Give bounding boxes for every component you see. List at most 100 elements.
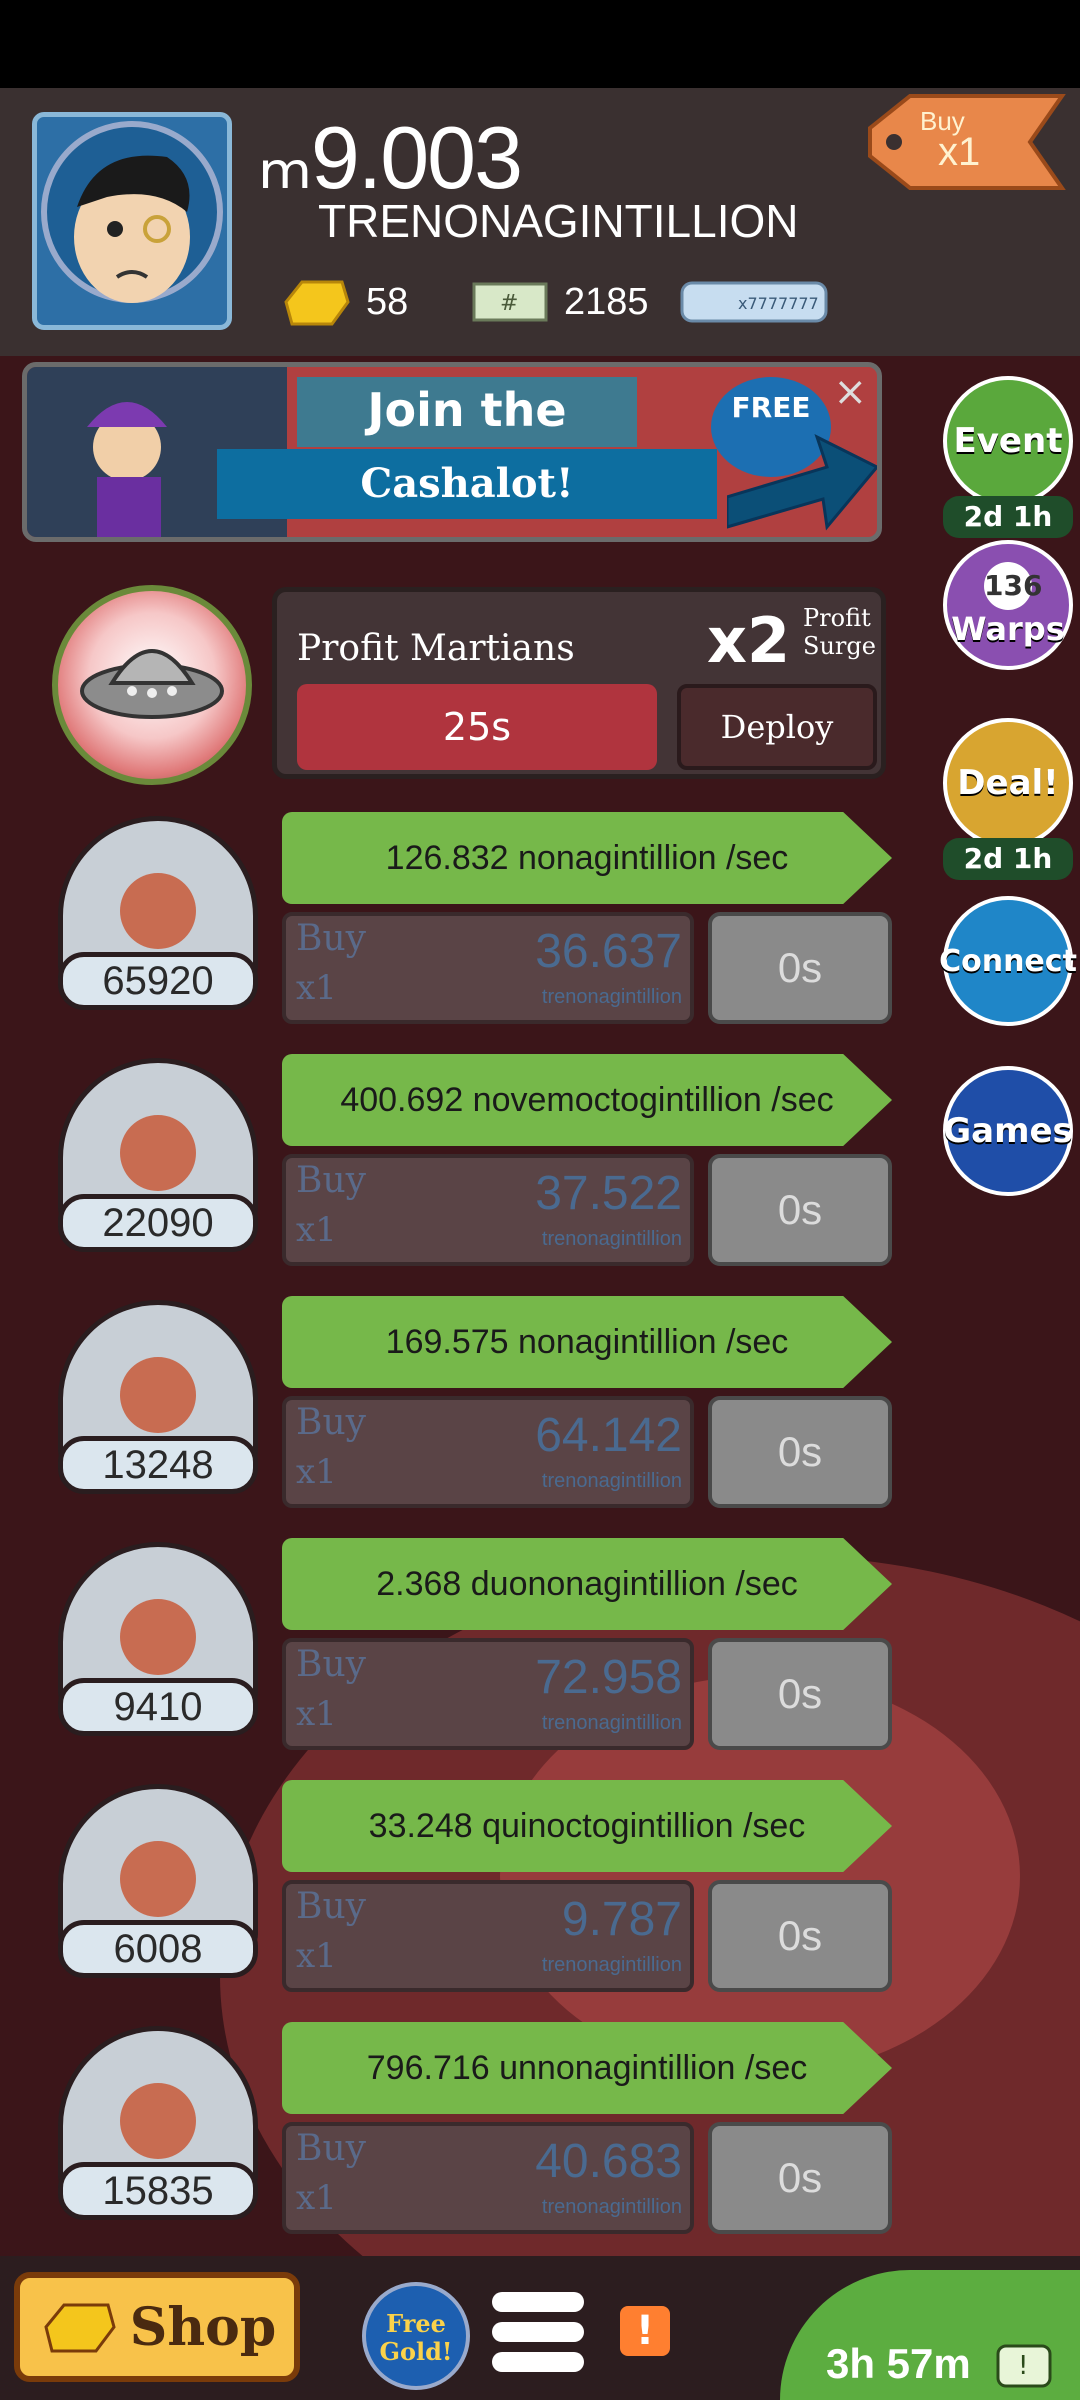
business-rate[interactable]: 2.368 duononagintillion /sec: [282, 1538, 892, 1630]
buy-word: Buy: [296, 918, 366, 959]
business-timer[interactable]: 0s: [708, 2122, 892, 2234]
buy-multiplier: x1: [296, 1936, 337, 1976]
buy-multiplier: x1: [296, 1210, 337, 1250]
business-timer[interactable]: 0s: [708, 1396, 892, 1508]
business-rate[interactable]: 400.692 novemoctogintillion /sec: [282, 1054, 892, 1146]
warps-button[interactable]: 136 Warps: [940, 540, 1076, 670]
business-price-unit: trenonagintillion: [541, 986, 682, 1008]
gold-counter[interactable]: 58: [278, 272, 408, 332]
event-timer: 2d 1h: [943, 496, 1073, 538]
business-count: 15835: [58, 2162, 258, 2220]
event-banner[interactable]: Join the Event! Cashalot! FREE ×: [22, 362, 882, 542]
business-row[interactable]: 65920 126.832 nonagintillion /sec Buy x1…: [0, 812, 900, 1038]
business-row[interactable]: 22090 400.692 novemoctogintillion /sec B…: [0, 1054, 900, 1280]
warps-count: 136: [984, 562, 1042, 610]
business-row[interactable]: 9410 2.368 duononagintillion /sec Buy x1…: [0, 1538, 900, 1764]
buy-word: Buy: [296, 2128, 366, 2169]
menu-line-icon: [492, 2352, 584, 2372]
business-price: 72.958: [535, 1651, 682, 1704]
business-price: 37.522: [535, 1167, 682, 1220]
business-price-unit: trenonagintillion: [541, 2196, 682, 2218]
business-buy-button[interactable]: Buy x1 72.958 trenonagintillion: [282, 1638, 694, 1750]
deploy-button[interactable]: Deploy: [677, 684, 877, 770]
business-price-unit: trenonagintillion: [541, 1954, 682, 1976]
free-gold-button[interactable]: Free Gold!: [362, 2282, 470, 2390]
buy-word: Buy: [296, 1402, 366, 1443]
business-count: 13248: [58, 1436, 258, 1494]
buy-multiplier: x1: [296, 968, 337, 1008]
manager-timer: 25s: [297, 684, 657, 770]
business-price-unit: trenonagintillion: [541, 1712, 682, 1734]
business-row[interactable]: 15835 796.716 unnonagintillion /sec Buy …: [0, 2022, 900, 2248]
deal-timer: 2d 1h: [943, 838, 1073, 880]
menu-line-icon: [492, 2292, 584, 2312]
tv-icon: !: [996, 2344, 1052, 2388]
event-subtitle: Cashalot!: [217, 449, 717, 519]
megabucks-count: 2185: [564, 280, 649, 323]
manager-panel: Profit Martians x2 Profit Surge 25s Depl…: [272, 587, 886, 779]
gold-count: 58: [366, 280, 409, 323]
business-price: 36.637: [535, 925, 682, 978]
business-rate[interactable]: 33.248 quinoctogintillion /sec: [282, 1780, 892, 1872]
player-avatar[interactable]: [32, 112, 232, 330]
business-row[interactable]: 13248 169.575 nonagintillion /sec Buy x1…: [0, 1296, 900, 1522]
menu-button[interactable]: [492, 2292, 588, 2380]
business-rate[interactable]: 126.832 nonagintillion /sec: [282, 812, 892, 904]
business-timer[interactable]: 0s: [708, 1154, 892, 1266]
business-rate[interactable]: 796.716 unnonagintillion /sec: [282, 2022, 892, 2114]
ufo-icon: [80, 649, 224, 719]
business-count: 22090: [58, 1194, 258, 1252]
tv-timer: 3h 57m: [826, 2340, 971, 2387]
deal-button[interactable]: Deal! 2d 1h: [940, 718, 1076, 880]
buy-multiplier: x1: [296, 1452, 337, 1492]
business-buy-button[interactable]: Buy x1 9.787 trenonagintillion: [282, 1880, 694, 1992]
svg-text:x7777777: x7777777: [738, 294, 819, 313]
gold-bar-icon: [284, 280, 350, 326]
arrow-icon: [727, 434, 877, 531]
alert-icon[interactable]: !: [620, 2306, 670, 2356]
business-buy-button[interactable]: Buy x1 64.142 trenonagintillion: [282, 1396, 694, 1508]
games-button[interactable]: ConnectGames: [940, 1066, 1076, 1196]
warps-badge: 136 Warps: [943, 540, 1073, 670]
menu-line-icon: [492, 2322, 584, 2342]
business-timer[interactable]: 0s: [708, 912, 892, 1024]
buy-word: Buy: [296, 1644, 366, 1685]
event-badge: Event: [943, 376, 1073, 506]
deal-badge: Deal!: [943, 718, 1073, 848]
business-rate[interactable]: 169.575 nonagintillion /sec: [282, 1296, 892, 1388]
games-badge: ConnectGames: [943, 1066, 1073, 1196]
buy-multiplier: x1: [296, 2178, 337, 2218]
business-price-unit: trenonagintillion: [541, 1228, 682, 1250]
event-button[interactable]: Event 2d 1h: [940, 376, 1076, 538]
business-count: 9410: [58, 1678, 258, 1736]
shop-button[interactable]: Shop: [14, 2272, 300, 2382]
business-row[interactable]: 6008 33.248 quinoctogintillion /sec Buy …: [0, 1780, 900, 2006]
money-amount: ₘ9.003: [258, 108, 523, 207]
connect-button[interactable]: Connect: [939, 896, 1077, 1026]
gold-bar-icon: [44, 2303, 116, 2353]
tv-timer-button[interactable]: 3h 57m !: [780, 2270, 1080, 2400]
megabucks-counter[interactable]: # 2185: [472, 272, 649, 332]
business-price: 64.142: [535, 1409, 682, 1462]
manager-avatar[interactable]: [52, 585, 252, 785]
business-timer[interactable]: 0s: [708, 1638, 892, 1750]
megaticket-counter[interactable]: x7777777: [676, 272, 832, 332]
connect-badge: Connect: [939, 896, 1077, 1026]
profit-surge-label: Profit Surge: [803, 604, 876, 660]
business-buy-button[interactable]: Buy x1 37.522 trenonagintillion: [282, 1154, 694, 1266]
status-bar: [0, 0, 1080, 88]
close-icon[interactable]: ×: [833, 369, 867, 415]
business-count: 6008: [58, 1920, 258, 1978]
profit-multiplier: x2: [707, 604, 791, 677]
megabucks-icon: #: [472, 282, 548, 322]
business-buy-button[interactable]: Buy x1 36.637 trenonagintillion: [282, 912, 694, 1024]
business-price-unit: trenonagintillion: [541, 1470, 682, 1492]
svg-text:!: !: [1018, 2351, 1028, 2381]
business-timer[interactable]: 0s: [708, 1880, 892, 1992]
shop-label: Shop: [129, 2296, 277, 2358]
business-buy-button[interactable]: Buy x1 40.683 trenonagintillion: [282, 2122, 694, 2234]
business-price: 9.787: [561, 1893, 682, 1946]
event-title: Join the Event!: [297, 377, 637, 503]
buy-multiplier-tag[interactable]: Buy x1: [850, 92, 1070, 192]
megaticket-icon: x7777777: [680, 281, 828, 323]
